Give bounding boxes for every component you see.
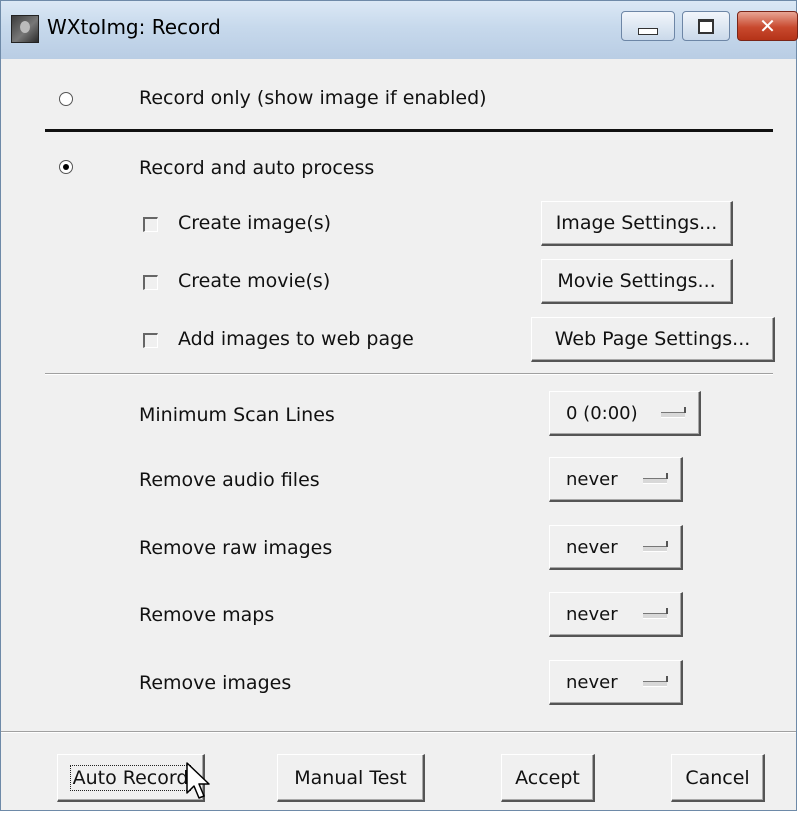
window-title: WXtoImg: Record [47, 15, 221, 39]
section-divider [45, 129, 773, 132]
image-settings-button[interactable]: Image Settings... [541, 201, 733, 246]
mouse-pointer-icon [186, 762, 210, 799]
remove-maps-value: never [566, 603, 618, 625]
options-divider [45, 373, 773, 375]
wxtoimg-app-icon[interactable] [11, 15, 39, 43]
minimize-button[interactable] [621, 11, 675, 41]
option-menu-indicator-icon [643, 608, 668, 619]
remove-audio-label: Remove audio files [139, 469, 320, 491]
title-bar[interactable]: WXtoImg: Record ✕ [1, 1, 798, 60]
close-button[interactable]: ✕ [737, 11, 798, 41]
minimize-icon [638, 27, 658, 35]
remove-raw-value: never [566, 536, 618, 558]
web-page-checkbox[interactable] [143, 333, 158, 348]
create-movies-checkbox[interactable] [143, 275, 158, 290]
remove-raw-label: Remove raw images [139, 537, 333, 559]
option-menu-indicator-icon [643, 541, 668, 552]
web-page-label[interactable]: Add images to web page [178, 328, 414, 350]
manual-test-button[interactable]: Manual Test [277, 754, 425, 802]
movie-settings-button[interactable]: Movie Settings... [541, 259, 733, 304]
bottom-divider [1, 731, 796, 733]
remove-audio-value: never [566, 468, 618, 490]
auto-record-button[interactable]: Auto Record [57, 754, 205, 802]
web-page-settings-button[interactable]: Web Page Settings... [531, 317, 775, 362]
option-menu-indicator-icon [643, 676, 668, 687]
min-scan-lines-option-menu[interactable]: 0 (0:00) [549, 391, 701, 436]
record-only-label[interactable]: Record only (show image if enabled) [139, 87, 487, 109]
remove-images-label: Remove images [139, 672, 292, 694]
create-images-checkbox[interactable] [143, 217, 158, 232]
remove-images-value: never [566, 671, 618, 693]
auto-process-radio[interactable] [59, 160, 73, 174]
create-movies-label[interactable]: Create movie(s) [178, 270, 330, 292]
create-images-label[interactable]: Create image(s) [178, 212, 331, 234]
record-dialog: WXtoImg: Record ✕ Record only (show imag… [0, 0, 798, 811]
option-menu-indicator-icon [643, 473, 668, 484]
remove-maps-label: Remove maps [139, 604, 275, 626]
maximize-icon [698, 18, 714, 34]
dialog-content: Record only (show image if enabled) Reco… [1, 59, 796, 810]
remove-maps-option-menu[interactable]: never [549, 592, 683, 637]
accept-button[interactable]: Accept [501, 754, 595, 802]
maximize-button[interactable] [682, 11, 730, 41]
remove-images-option-menu[interactable]: never [549, 660, 683, 705]
min-scan-lines-value: 0 (0:00) [566, 402, 638, 424]
option-menu-indicator-icon [661, 407, 686, 418]
min-scan-lines-label: Minimum Scan Lines [139, 404, 335, 426]
auto-process-label[interactable]: Record and auto process [139, 157, 374, 179]
auto-record-label: Auto Record [69, 764, 192, 791]
cancel-button[interactable]: Cancel [671, 754, 765, 802]
close-icon: ✕ [759, 14, 776, 38]
remove-audio-option-menu[interactable]: never [549, 457, 683, 502]
remove-raw-option-menu[interactable]: never [549, 525, 683, 570]
record-only-radio[interactable] [59, 92, 73, 106]
